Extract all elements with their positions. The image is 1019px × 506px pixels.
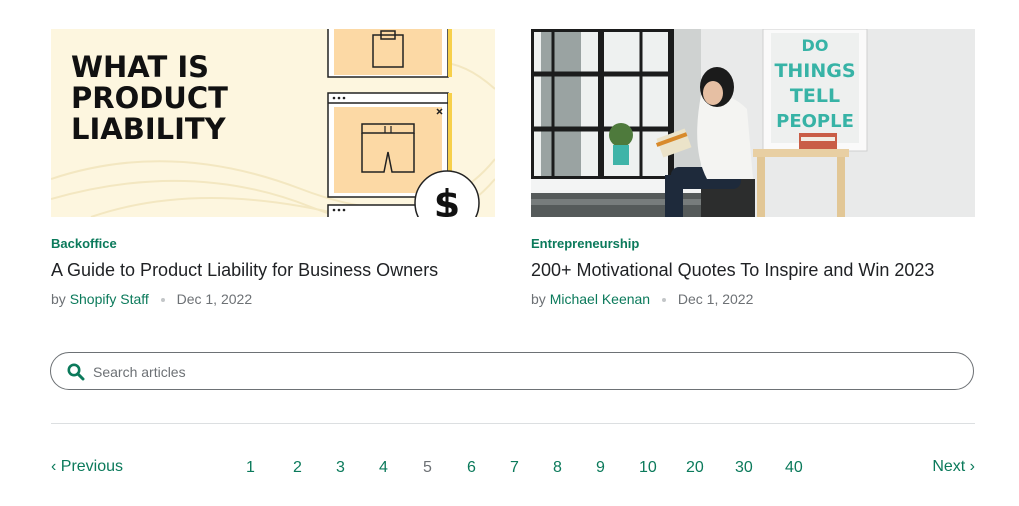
poster-text-line: TELL <box>790 85 840 107</box>
search-bar[interactable] <box>50 352 974 390</box>
article-title[interactable]: 200+ Motivational Quotes To Inspire and … <box>531 260 934 281</box>
page-link-7[interactable]: 7 <box>510 459 553 477</box>
thumbnail-heading-line: LIABILITY <box>71 112 227 146</box>
product-liability-illustration: $ WHAT IS PRODUCT LIABILITY <box>51 29 495 217</box>
next-page-link[interactable]: Next › <box>932 458 975 476</box>
page-link-8[interactable]: 8 <box>553 459 596 477</box>
article-meta: by Michael Keenan Dec 1, 2022 <box>531 291 753 307</box>
byline-prefix: by <box>531 291 546 307</box>
byline-prefix: by <box>51 291 66 307</box>
previous-page-link[interactable]: ‹ Previous <box>51 458 123 476</box>
woman-reading-photo: DO THINGS TELL PEOPLE <box>531 29 975 217</box>
search-input[interactable] <box>91 361 955 383</box>
meta-separator <box>661 298 666 303</box>
article-thumbnail[interactable]: $ WHAT IS PRODUCT LIABILITY <box>51 29 495 217</box>
article-category[interactable]: Entrepreneurship <box>531 236 639 251</box>
article-card[interactable]: $ WHAT IS PRODUCT LIABILITY Backoffice A… <box>51 29 495 307</box>
page-link-20[interactable]: 20 <box>686 459 735 477</box>
article-date: Dec 1, 2022 <box>176 291 253 307</box>
article-category[interactable]: Backoffice <box>51 236 117 251</box>
thumbnail-heading-line: PRODUCT <box>71 81 228 115</box>
page-link-3[interactable]: 3 <box>336 459 379 477</box>
article-card[interactable]: DO THINGS TELL PEOPLE Entrepreneurship 2… <box>531 29 975 307</box>
page-link-10[interactable]: 10 <box>639 459 686 477</box>
svg-text:$: $ <box>434 182 460 217</box>
poster-text-line: DO <box>802 36 829 55</box>
page-link-9[interactable]: 9 <box>596 459 639 477</box>
article-meta: by Shopify Staff Dec 1, 2022 <box>51 291 252 307</box>
article-author[interactable]: Shopify Staff <box>70 291 149 307</box>
thumbnail-heading-line: WHAT IS <box>71 50 209 84</box>
article-title[interactable]: A Guide to Product Liability for Busines… <box>51 260 438 281</box>
article-date: Dec 1, 2022 <box>677 291 754 307</box>
page-link-1[interactable]: 1 <box>246 459 293 477</box>
page-link-4[interactable]: 4 <box>379 459 423 477</box>
pagination: ‹ Previous 1 2 3 4 5 6 7 8 9 10 20 30 40… <box>0 458 1019 480</box>
divider <box>51 423 975 424</box>
page-link-2[interactable]: 2 <box>293 459 336 477</box>
poster-text-line: THINGS <box>774 60 855 82</box>
page-link-6[interactable]: 6 <box>467 459 510 477</box>
article-author[interactable]: Michael Keenan <box>550 291 650 307</box>
search-icon[interactable] <box>67 363 85 381</box>
page-link-30[interactable]: 30 <box>735 459 785 477</box>
poster-text-line: PEOPLE <box>776 111 854 132</box>
meta-separator <box>160 298 165 303</box>
article-thumbnail[interactable]: DO THINGS TELL PEOPLE <box>531 29 975 217</box>
page-link-5-current[interactable]: 5 <box>423 459 467 477</box>
page-number-list: 1 2 3 4 5 6 7 8 9 10 20 30 40 <box>246 459 815 477</box>
page-link-40[interactable]: 40 <box>785 459 815 477</box>
